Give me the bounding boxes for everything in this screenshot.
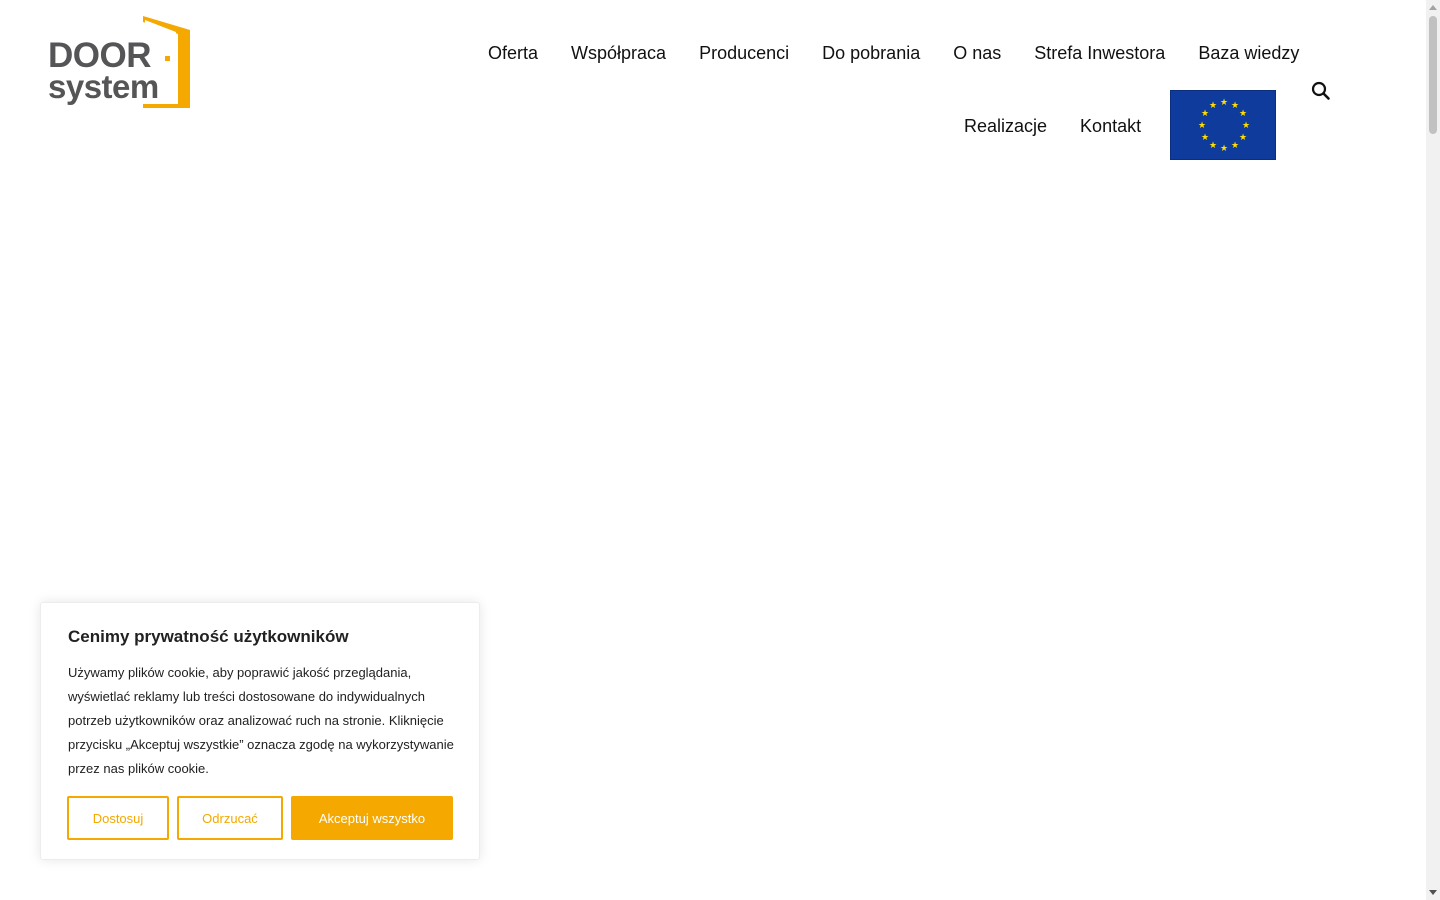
accept-all-button[interactable]: Akceptuj wszystko bbox=[291, 796, 453, 840]
svg-text:★: ★ bbox=[1201, 133, 1209, 143]
svg-text:★: ★ bbox=[1242, 121, 1250, 131]
nav-item-kontakt[interactable]: Kontakt bbox=[1080, 114, 1141, 138]
scrollbar-thumb[interactable] bbox=[1429, 16, 1437, 134]
nav-item-baza-wiedzy[interactable]: Baza wiedzy bbox=[1198, 41, 1299, 65]
svg-text:★: ★ bbox=[1231, 141, 1239, 151]
nav-item-strefa-inwestora[interactable]: Strefa Inwestora bbox=[1034, 41, 1165, 65]
main-nav-row-1: Oferta Współpraca Producenci Do pobrania… bbox=[488, 41, 1299, 65]
page-scrollbar[interactable] bbox=[1426, 0, 1440, 900]
customize-button[interactable]: Dostosuj bbox=[67, 796, 169, 840]
nav-item-wspolpraca[interactable]: Współpraca bbox=[571, 41, 666, 65]
eu-stars-icon: ★ ★ ★ ★ ★ ★ ★ ★ ★ ★ ★ ★ bbox=[1198, 98, 1250, 154]
nav-item-producenci[interactable]: Producenci bbox=[699, 41, 789, 65]
svg-text:★: ★ bbox=[1231, 101, 1239, 111]
svg-text:★: ★ bbox=[1239, 109, 1247, 119]
nav-item-do-pobrania[interactable]: Do pobrania bbox=[822, 41, 920, 65]
svg-text:★: ★ bbox=[1209, 141, 1217, 151]
scroll-up-arrow-icon[interactable] bbox=[1429, 5, 1437, 10]
svg-text:★: ★ bbox=[1220, 144, 1228, 154]
svg-text:★: ★ bbox=[1239, 133, 1247, 143]
cookie-description: Używamy plików cookie, aby poprawić jako… bbox=[68, 665, 454, 776]
door-system-logo[interactable]: DOOR system bbox=[48, 16, 190, 108]
main-nav-row-2: Realizacje Kontakt bbox=[964, 114, 1141, 138]
reject-button[interactable]: Odrzucać bbox=[177, 796, 283, 840]
nav-item-oferta[interactable]: Oferta bbox=[488, 41, 538, 65]
svg-text:★: ★ bbox=[1220, 98, 1228, 108]
svg-text:★: ★ bbox=[1209, 101, 1217, 111]
search-button[interactable] bbox=[1310, 80, 1332, 102]
cookie-consent-banner: Cenimy prywatność użytkowników Używamy p… bbox=[40, 602, 480, 860]
svg-text:★: ★ bbox=[1201, 109, 1209, 119]
search-icon bbox=[1311, 81, 1330, 100]
eu-flag-icon[interactable]: ★ ★ ★ ★ ★ ★ ★ ★ ★ ★ ★ ★ bbox=[1170, 90, 1276, 160]
nav-item-realizacje[interactable]: Realizacje bbox=[964, 114, 1047, 138]
nav-item-o-nas[interactable]: O nas bbox=[953, 41, 1001, 65]
svg-text:★: ★ bbox=[1198, 121, 1206, 131]
logo-word-system: system bbox=[48, 68, 159, 105]
cookie-title: Cenimy prywatność użytkowników bbox=[68, 627, 349, 646]
scroll-down-arrow-icon[interactable] bbox=[1429, 890, 1437, 895]
